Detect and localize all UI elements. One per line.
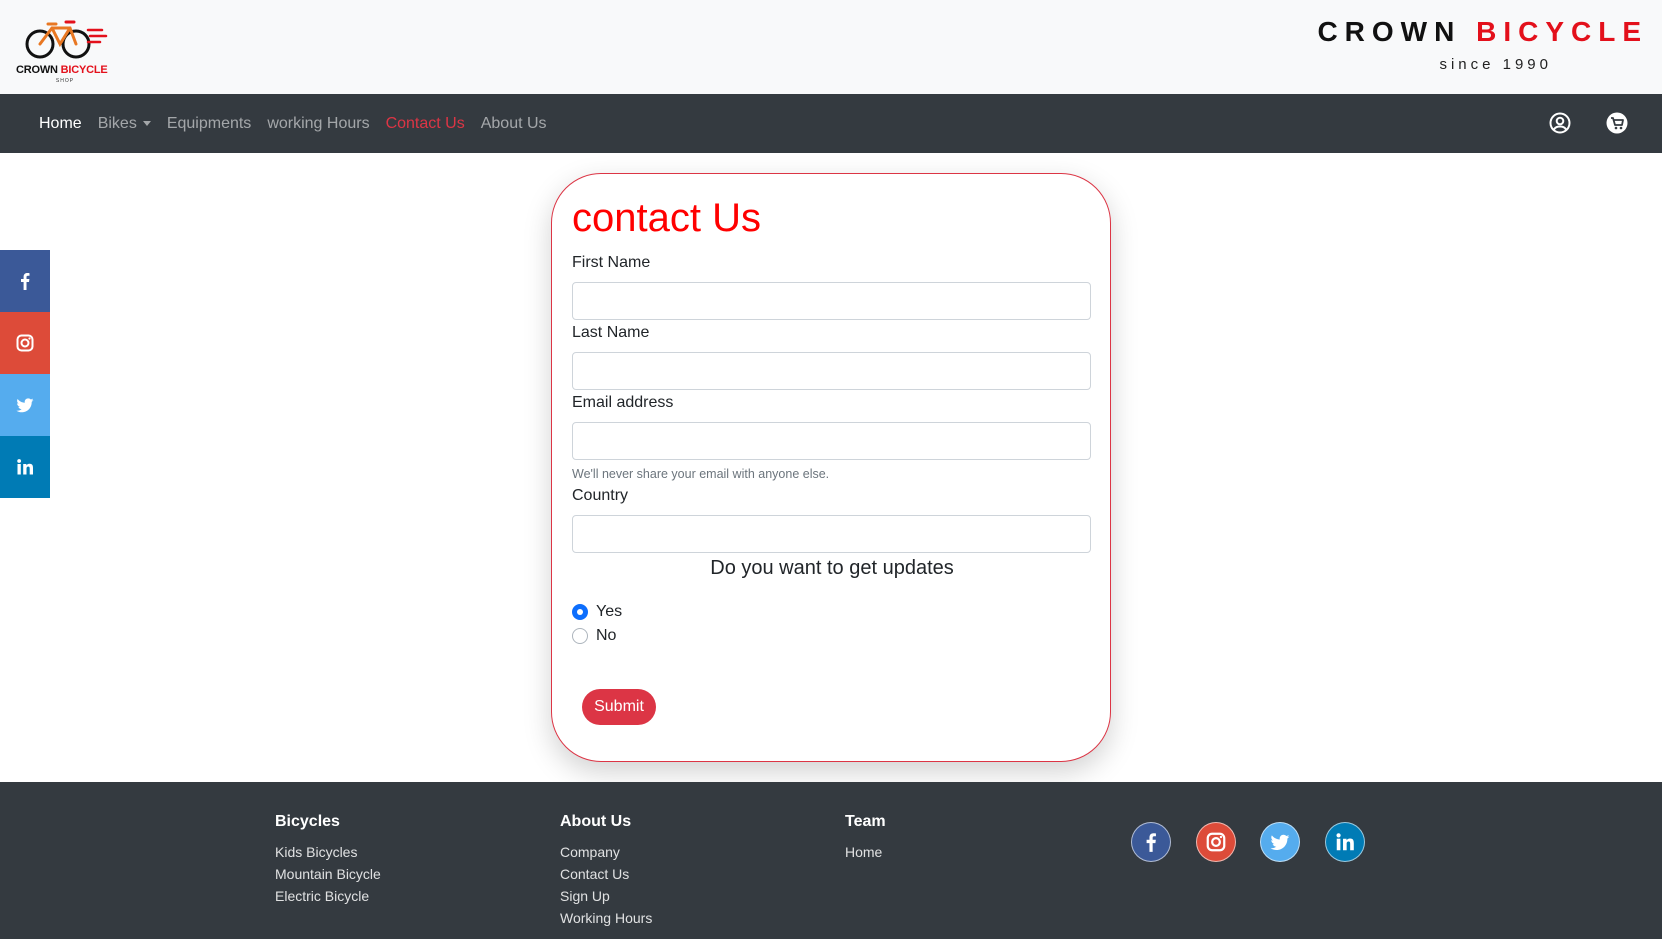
main-navbar: Home Bikes Equipments working Hours Cont… bbox=[0, 94, 1662, 153]
instagram-icon bbox=[1206, 832, 1226, 852]
nav-working-hours[interactable]: working Hours bbox=[267, 115, 369, 133]
footer-link-mountain-bicycle[interactable]: Mountain Bicycle bbox=[275, 863, 381, 885]
country-input[interactable] bbox=[572, 515, 1091, 553]
nav-bikes-label: Bikes bbox=[97, 114, 137, 132]
submit-button[interactable]: Submit bbox=[582, 689, 656, 725]
radio-option-no[interactable]: No bbox=[572, 627, 616, 645]
cart-icon[interactable] bbox=[1606, 112, 1628, 134]
footer-linkedin-button[interactable] bbox=[1325, 822, 1365, 862]
nav-bikes-dropdown[interactable]: Bikes bbox=[98, 115, 151, 133]
instagram-icon bbox=[16, 334, 34, 352]
footer-link-home[interactable]: Home bbox=[845, 841, 886, 863]
nav-equipments[interactable]: Equipments bbox=[167, 115, 252, 133]
user-circle-icon[interactable] bbox=[1549, 112, 1571, 134]
caret-down-icon bbox=[142, 120, 151, 126]
footer-column-team: Team Home bbox=[845, 813, 886, 863]
twitter-icon bbox=[1270, 834, 1290, 851]
facebook-icon bbox=[21, 273, 30, 290]
radio-no[interactable] bbox=[572, 628, 588, 644]
sidebar-instagram-button[interactable] bbox=[0, 312, 50, 374]
nav-links: Home Bikes Equipments working Hours Cont… bbox=[39, 94, 547, 153]
linkedin-icon bbox=[17, 459, 33, 475]
site-logo[interactable]: CROWN BICYCLE SHOP bbox=[14, 18, 116, 84]
email-label: Email address bbox=[572, 394, 674, 411]
footer-column-bicycles: Bicycles Kids Bicycles Mountain Bicycle … bbox=[275, 813, 381, 907]
nav-about-us[interactable]: About Us bbox=[481, 115, 547, 133]
social-sidebar bbox=[0, 250, 50, 498]
footer-link-sign-up[interactable]: Sign Up bbox=[560, 885, 652, 907]
sidebar-twitter-button[interactable] bbox=[0, 374, 50, 436]
footer-column-about-us: About Us Company Contact Us Sign Up Work… bbox=[560, 813, 652, 929]
footer-twitter-button[interactable] bbox=[1260, 822, 1300, 862]
footer-link-contact-us[interactable]: Contact Us bbox=[560, 863, 652, 885]
site-footer: Bicycles Kids Bicycles Mountain Bicycle … bbox=[0, 782, 1662, 939]
footer-heading: Team bbox=[845, 813, 886, 830]
sidebar-linkedin-button[interactable] bbox=[0, 436, 50, 498]
radio-no-label: No bbox=[596, 627, 617, 644]
email-input[interactable] bbox=[572, 422, 1091, 460]
linkedin-icon bbox=[1336, 833, 1354, 851]
footer-heading: Bicycles bbox=[275, 813, 340, 830]
country-label: Country bbox=[572, 487, 629, 504]
first-name-label: First Name bbox=[572, 254, 651, 271]
brand-block: CROWN BICYCLE since 1990 bbox=[1317, 16, 1648, 73]
radio-yes-label: Yes bbox=[596, 603, 623, 620]
bicycle-logo-icon bbox=[25, 20, 108, 59]
radio-yes[interactable] bbox=[572, 604, 588, 620]
footer-heading: About Us bbox=[560, 813, 632, 830]
contact-form-card: contact Us First Name Last Name Email ad… bbox=[551, 173, 1111, 762]
brand-tagline: since 1990 bbox=[1439, 56, 1552, 73]
page-title: contact Us bbox=[572, 196, 761, 240]
footer-instagram-button[interactable] bbox=[1196, 822, 1236, 862]
footer-facebook-button[interactable] bbox=[1131, 822, 1171, 862]
logo-wordmark: CROWN BICYCLE bbox=[16, 64, 108, 76]
radio-option-yes[interactable]: Yes bbox=[572, 603, 622, 621]
brand-title: CROWN BICYCLE bbox=[1317, 16, 1648, 47]
last-name-label: Last Name bbox=[572, 324, 650, 341]
footer-link-kids-bicycles[interactable]: Kids Bicycles bbox=[275, 841, 381, 863]
top-header: CROWN BICYCLE SHOP CROWN BICYCLE since 1… bbox=[0, 0, 1662, 94]
updates-question: Do you want to get updates bbox=[710, 557, 954, 579]
nav-contact-us[interactable]: Contact Us bbox=[386, 115, 465, 133]
logo-subtitle: SHOP bbox=[55, 78, 75, 84]
email-help-text: We'll never share your email with anyone… bbox=[572, 467, 830, 481]
sidebar-facebook-button[interactable] bbox=[0, 250, 50, 312]
footer-link-company[interactable]: Company bbox=[560, 841, 652, 863]
footer-link-electric-bicycle[interactable]: Electric Bicycle bbox=[275, 885, 381, 907]
twitter-icon bbox=[16, 398, 34, 413]
nav-home[interactable]: Home bbox=[39, 115, 82, 133]
facebook-icon bbox=[1146, 833, 1156, 852]
last-name-input[interactable] bbox=[572, 352, 1091, 390]
footer-link-working-hours[interactable]: Working Hours bbox=[560, 907, 652, 929]
first-name-input[interactable] bbox=[572, 282, 1091, 320]
